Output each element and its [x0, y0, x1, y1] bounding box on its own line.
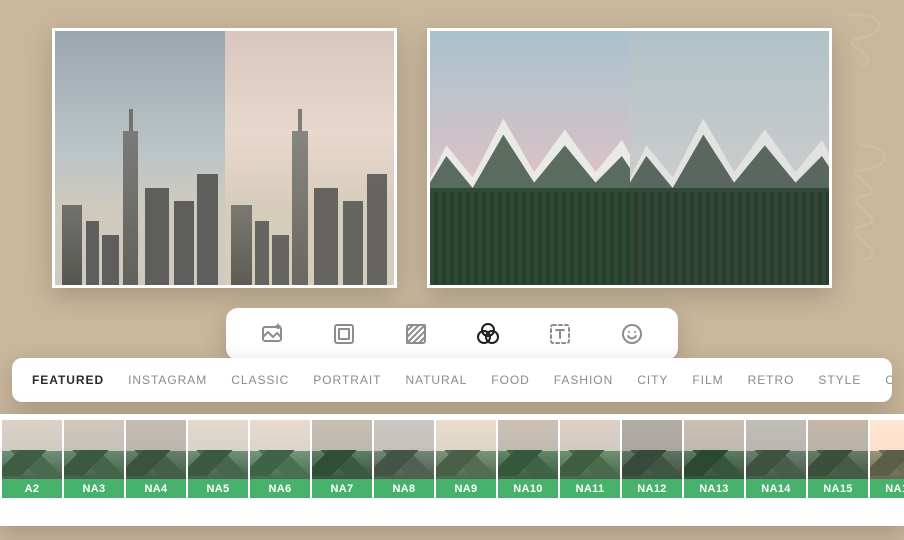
- sticker-icon[interactable]: [618, 320, 646, 348]
- text-icon[interactable]: [546, 320, 574, 348]
- filters-icon[interactable]: [474, 320, 502, 348]
- filter-label: NA10: [498, 479, 558, 498]
- filter-thumb-na3[interactable]: NA3: [64, 420, 124, 498]
- filter-strip: A2NA3NA4NA5NA6NA7NA8NA9NA10NA11NA12NA13N…: [0, 414, 904, 526]
- decoration-squiggle: [842, 10, 896, 70]
- filter-label: NA6: [250, 479, 310, 498]
- preview-mountain: BEFORE AFTER: [427, 28, 832, 288]
- category-retro[interactable]: RETRO: [748, 373, 795, 387]
- filter-label: NA4: [126, 479, 186, 498]
- filter-thumb-na10[interactable]: NA10: [498, 420, 558, 498]
- category-bar: FEATURED INSTAGRAM CLASSIC PORTRAIT NATURAL F…: [12, 358, 892, 402]
- filter-thumb-na12[interactable]: NA12: [622, 420, 682, 498]
- category-style[interactable]: STYLE: [818, 373, 861, 387]
- filter-thumb-na14[interactable]: NA14: [746, 420, 806, 498]
- filter-label: NA12: [622, 479, 682, 498]
- filter-thumb-na9[interactable]: NA9: [436, 420, 496, 498]
- filter-label: NA15: [808, 479, 868, 498]
- filter-label: NA14: [746, 479, 806, 498]
- filter-thumb-a2[interactable]: A2: [2, 420, 62, 498]
- filter-label: NA7: [312, 479, 372, 498]
- tool-toolbar: [226, 308, 678, 360]
- preview-mountain-after: [630, 31, 830, 285]
- filter-label: NA5: [188, 479, 248, 498]
- category-classic[interactable]: CLASSIC: [231, 373, 289, 387]
- preview-mountain-before: [430, 31, 630, 285]
- category-fashion[interactable]: FASHION: [554, 373, 613, 387]
- filter-thumb-na15[interactable]: NA15: [808, 420, 868, 498]
- filter-thumb-na6[interactable]: NA6: [250, 420, 310, 498]
- category-city[interactable]: CITY: [637, 373, 668, 387]
- preview-city-after: [225, 31, 395, 285]
- filter-thumb-na16[interactable]: NA16: [870, 420, 904, 498]
- category-film[interactable]: FILM: [692, 373, 723, 387]
- category-featured[interactable]: FEATURED: [32, 373, 104, 387]
- frame-icon[interactable]: [330, 320, 358, 348]
- filter-label: NA9: [436, 479, 496, 498]
- decoration-squiggle: [848, 140, 898, 270]
- filter-thumb-na8[interactable]: NA8: [374, 420, 434, 498]
- image-enhance-icon[interactable]: [258, 320, 286, 348]
- category-natural[interactable]: NATURAL: [405, 373, 467, 387]
- filter-label: NA3: [64, 479, 124, 498]
- category-cinematic[interactable]: CINEMATIC: [885, 373, 892, 387]
- category-portrait[interactable]: PORTRAIT: [313, 373, 381, 387]
- filter-thumb-na13[interactable]: NA13: [684, 420, 744, 498]
- category-food[interactable]: FOOD: [491, 373, 530, 387]
- category-instagram[interactable]: INSTAGRAM: [128, 373, 207, 387]
- filter-label: NA16: [870, 479, 904, 498]
- filter-label: A2: [2, 479, 62, 498]
- preview-row: BEFORE AFTER BEFORE AFTER: [0, 0, 904, 288]
- filter-thumb-na7[interactable]: NA7: [312, 420, 372, 498]
- filter-label: NA8: [374, 479, 434, 498]
- filter-thumb-na11[interactable]: NA11: [560, 420, 620, 498]
- filter-thumb-na5[interactable]: NA5: [188, 420, 248, 498]
- preview-city: BEFORE AFTER: [52, 28, 397, 288]
- filter-label: NA11: [560, 479, 620, 498]
- texture-icon[interactable]: [402, 320, 430, 348]
- filter-thumb-na4[interactable]: NA4: [126, 420, 186, 498]
- filter-label: NA13: [684, 479, 744, 498]
- preview-city-before: [55, 31, 225, 285]
